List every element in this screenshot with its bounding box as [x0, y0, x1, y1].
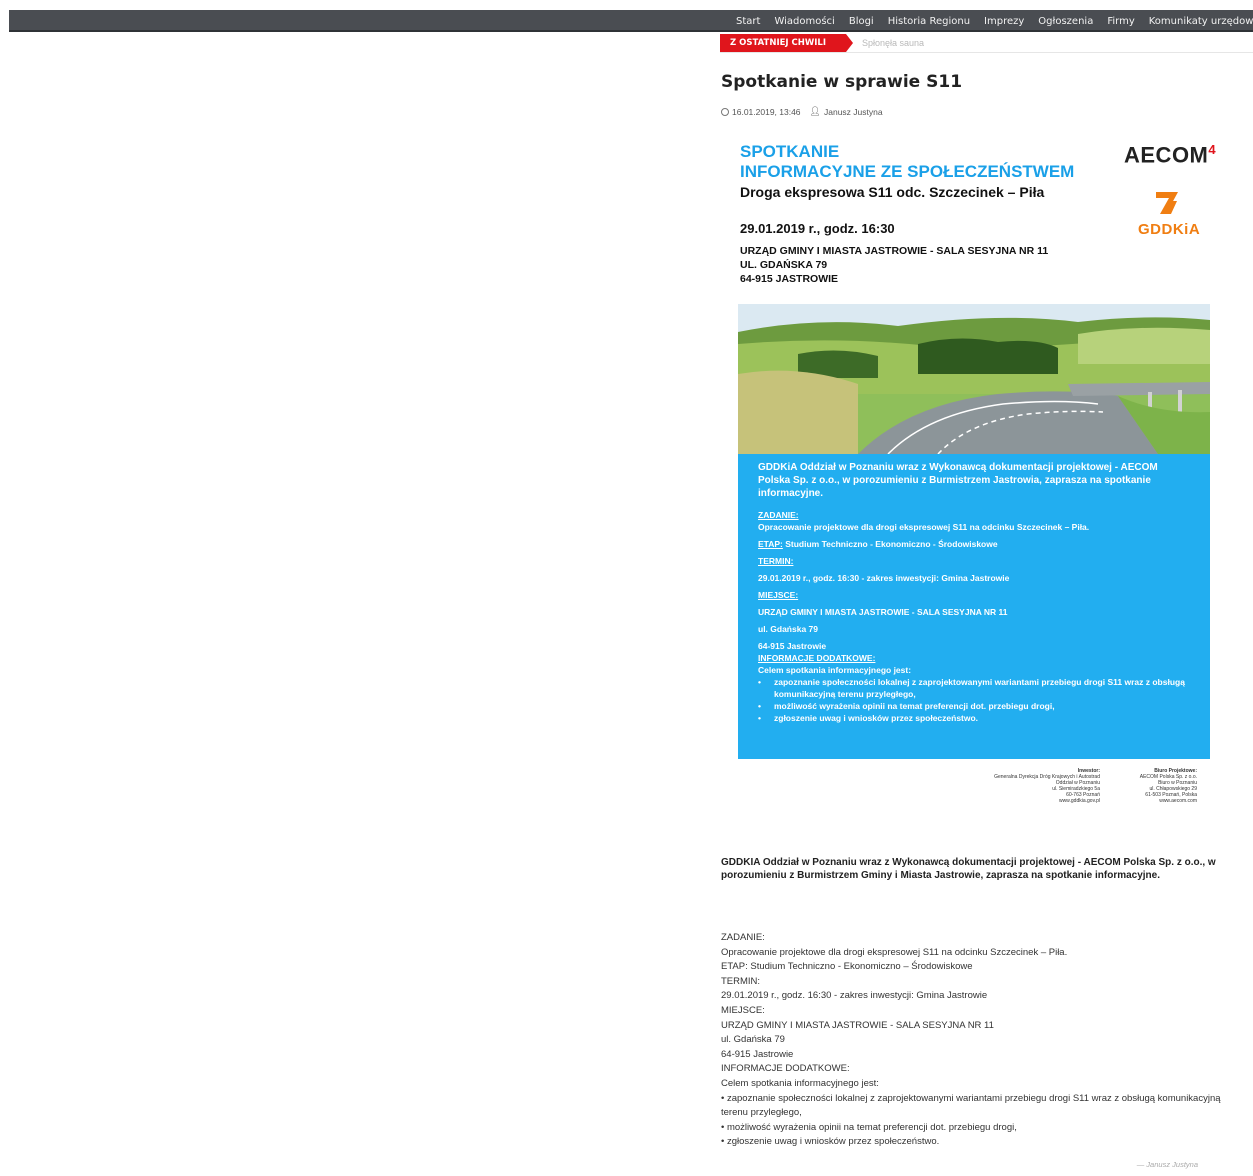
poster-heading-3: Droga ekspresowa S11 odc. Szczecinek – P…: [740, 184, 1045, 200]
top-navigation-bar: Start Wiadomości Blogi Historia Regionu …: [9, 10, 1253, 32]
nav-item-komunikaty[interactable]: Komunikaty urzędowe: [1149, 16, 1253, 27]
poster-miejsce-line: ul. Gdańska 79: [758, 624, 818, 634]
main-menu: Start Wiadomości Blogi Historia Regionu …: [729, 10, 1253, 32]
poster-heading-1: SPOTKANIE: [740, 142, 840, 161]
poster-bullet: zapoznanie społeczności lokalnej z zapro…: [758, 676, 1190, 700]
poster-miejsce-label: MIEJSCE:: [758, 590, 799, 600]
article-title: Spotkanie w sprawie S11: [721, 72, 963, 92]
nav-item-blogi[interactable]: Blogi: [849, 16, 874, 27]
nav-item-start[interactable]: Start: [736, 16, 760, 27]
body-line: ZADANIE:: [721, 932, 765, 943]
body-line: ul. Gdańska 79: [721, 1034, 785, 1046]
body-line: 29.01.2019 r., godz. 16:30 - zakres inwe…: [721, 990, 988, 1002]
gddkia-logo: GDDKiA: [1138, 221, 1201, 238]
body-line: Celem spotkania informacyjnego jest:: [721, 1077, 879, 1089]
poster-heading-2: INFORMACYJNE ZE SPOŁECZEŃSTWEM: [740, 162, 1075, 181]
poster-miejsce-line: 64-915 Jastrowie: [758, 641, 827, 651]
nav-item-imprezy[interactable]: Imprezy: [984, 16, 1024, 27]
article-author-link[interactable]: Janusz Justyna: [824, 107, 883, 117]
article-date: 16.01.2019, 13:46: [732, 106, 801, 117]
nav-item-wiadomosci[interactable]: Wiadomości: [774, 16, 834, 27]
article-meta: 16.01.2019, 13:46 👤︎ Janusz Justyna: [721, 106, 883, 117]
poster-address-line: URZĄD GMINY I MIASTA JASTROWIE - SALA SE…: [740, 245, 1049, 257]
poster-info-box: GDDKiA Oddział w Poznaniu wraz z Wykonaw…: [738, 454, 1210, 759]
body-line: ETAP: Studium Techniczno - Ekonomiczno –…: [721, 961, 973, 973]
body-line: INFORMACJE DODATKOWE:: [721, 1063, 850, 1075]
article-lead: GDDKIA Oddział w Poznaniu wraz z Wykonaw…: [721, 857, 1216, 881]
poster-bullet: zgłoszenie uwag i wniosków przez społecz…: [758, 712, 1190, 724]
poster-termin-label: TERMIN:: [758, 556, 794, 566]
body-line: 64-915 Jastrowie: [721, 1048, 794, 1060]
poster-address-line: UL. GDAŃSKA 79: [740, 259, 828, 271]
gddkia-logo-mark-icon: [1156, 192, 1178, 214]
clock-icon: [721, 107, 729, 116]
poster-date: 29.01.2019 r., godz. 16:30: [740, 221, 895, 236]
nav-item-historia-regionu[interactable]: Historia Regionu: [888, 16, 970, 27]
poster-investor-info: Inwestor: Generalna Dyrekcja Dróg Krajow…: [994, 768, 1100, 804]
poster-design-office-info: Biuro Projektowe: AECOM Polska Sp. z o.o…: [1139, 768, 1197, 804]
aecom-logo: AECOM4: [1124, 142, 1217, 168]
ticker-arrow-icon: [846, 34, 853, 52]
ticker-label: Z OSTATNIEJ CHWILI: [720, 34, 846, 52]
body-bullet: • możliwość wyrażenia opinii na temat pr…: [721, 1121, 1017, 1133]
nav-item-firmy[interactable]: Firmy: [1107, 16, 1134, 27]
poster-etap: ETAP: Studium Techniczno - Ekonomiczno -…: [758, 539, 998, 549]
highway-landscape-photo: [738, 304, 1210, 454]
event-poster: SPOTKANIE INFORMACYJNE ZE SPOŁECZEŃSTWEM…: [722, 126, 1222, 826]
poster-info-label: INFORMACJE DODATKOWE:: [758, 653, 876, 663]
poster-zadanie: Opracowanie projektowe dla drogi ekspres…: [758, 522, 1090, 532]
article-signature: — Janusz Justyna: [1136, 1160, 1198, 1169]
body-line: MIEJSCE:: [721, 1004, 765, 1016]
poster-miejsce-line: URZĄD GMINY I MIASTA JASTROWIE - SALA SE…: [758, 607, 1008, 617]
body-bullet: • zgłoszenie uwag i wniosków przez społe…: [721, 1136, 940, 1148]
poster-bullet: możliwość wyrażenia opinii na temat pref…: [758, 700, 1190, 712]
user-icon: 👤︎: [809, 106, 821, 116]
body-line: URZĄD GMINY I MIASTA JASTROWIE - SALA SE…: [721, 1019, 994, 1031]
body-line: TERMIN:: [721, 975, 761, 987]
poster-termin: 29.01.2019 r., godz. 16:30 - zakres inwe…: [758, 573, 1010, 583]
poster-address: URZĄD GMINY I MIASTA JASTROWIE - SALA SE…: [740, 244, 1048, 286]
poster-bullet-list: zapoznanie społeczności lokalnej z zapro…: [758, 676, 1190, 724]
body-bullet: • zapoznanie społeczności lokalnej z zap…: [721, 1092, 1221, 1119]
body-line: Opracowanie projektowe dla drogi ekspres…: [721, 946, 1068, 958]
ticker-headline-link[interactable]: Spłonęła sauna: [862, 34, 924, 52]
poster-info-intro-line: Celem spotkania informacyjnego jest:: [758, 665, 912, 675]
breaking-news-ticker: Z OSTATNIEJ CHWILI Spłonęła sauna: [720, 34, 1253, 53]
poster-info-intro: GDDKiA Oddział w Poznaniu wraz z Wykonaw…: [758, 462, 1158, 499]
nav-item-ogloszenia[interactable]: Ogłoszenia: [1038, 16, 1093, 27]
article-body: ZADANIE: Opracowanie projektowe dla drog…: [721, 931, 1231, 1150]
poster-zadanie-label: ZADANIE:: [758, 510, 799, 520]
poster-address-line: 64-915 JASTROWIE: [740, 273, 839, 285]
